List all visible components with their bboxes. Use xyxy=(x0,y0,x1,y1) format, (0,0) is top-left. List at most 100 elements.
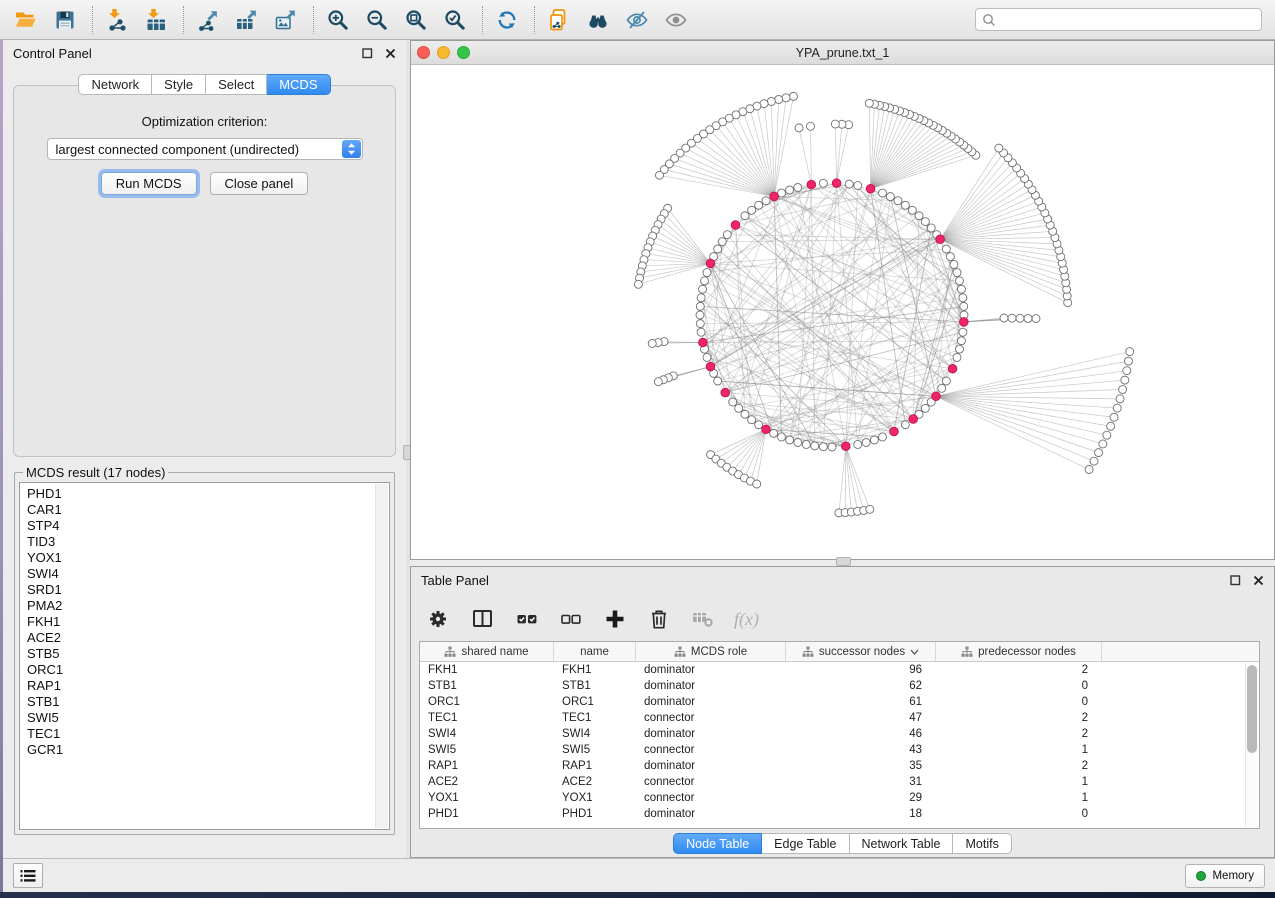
table-cell[interactable]: 2 xyxy=(936,710,1102,726)
table-cell[interactable]: PHD1 xyxy=(420,806,554,822)
mcds-hub-node[interactable] xyxy=(866,184,875,193)
network-node[interactable] xyxy=(870,436,878,444)
network-node[interactable] xyxy=(960,302,968,310)
network-node[interactable] xyxy=(879,433,887,441)
float-panel-icon[interactable] xyxy=(362,48,373,59)
network-node[interactable] xyxy=(655,171,663,179)
search-input[interactable] xyxy=(1001,13,1255,27)
mcds-hub-node[interactable] xyxy=(706,259,715,268)
network-node[interactable] xyxy=(795,124,803,132)
import-table-button[interactable] xyxy=(142,6,169,33)
mcds-list-scrollbar[interactable] xyxy=(375,484,388,828)
table-cell[interactable]: dominator xyxy=(636,806,786,822)
network-node[interactable] xyxy=(894,197,902,205)
network-node[interactable] xyxy=(1110,413,1118,421)
mcds-result-item[interactable]: GCR1 xyxy=(27,742,371,758)
delete-table-button[interactable] xyxy=(689,606,716,633)
network-node[interactable] xyxy=(1121,376,1129,384)
table-cell[interactable]: 2 xyxy=(936,662,1102,678)
network-node[interactable] xyxy=(956,345,964,353)
show-panels-button[interactable] xyxy=(13,863,43,888)
network-node[interactable] xyxy=(762,197,770,205)
table-cell[interactable]: connector xyxy=(636,710,786,726)
table-cell[interactable]: STB1 xyxy=(554,678,636,694)
splitter-handle[interactable] xyxy=(836,557,851,566)
column-header-predecessor-nodes[interactable]: predecessor nodes xyxy=(936,642,1102,661)
table-scrollbar[interactable] xyxy=(1245,663,1258,827)
table-cell[interactable]: 35 xyxy=(786,758,936,774)
network-node[interactable] xyxy=(654,378,662,386)
table-cell[interactable]: YOX1 xyxy=(420,790,554,806)
tab-motifs[interactable]: Motifs xyxy=(953,833,1011,854)
show-graphics-details-button[interactable] xyxy=(662,6,689,33)
network-node[interactable] xyxy=(854,182,862,190)
network-node[interactable] xyxy=(995,144,1003,152)
network-node[interactable] xyxy=(927,224,935,232)
mcds-result-item[interactable]: TEC1 xyxy=(27,726,371,742)
network-node[interactable] xyxy=(950,260,958,268)
table-cell[interactable]: dominator xyxy=(636,662,786,678)
network-node[interactable] xyxy=(1099,440,1107,448)
refresh-button[interactable] xyxy=(493,6,520,33)
mcds-hub-node[interactable] xyxy=(936,235,945,244)
zoom-in-button[interactable] xyxy=(324,6,351,33)
network-node[interactable] xyxy=(703,269,711,277)
mcds-hub-node[interactable] xyxy=(762,425,771,434)
table-cell[interactable]: FKH1 xyxy=(420,662,554,678)
table-cell[interactable]: 29 xyxy=(786,790,936,806)
network-node[interactable] xyxy=(1116,395,1124,403)
network-node[interactable] xyxy=(700,277,708,285)
network-node[interactable] xyxy=(697,328,705,336)
table-cell[interactable]: FKH1 xyxy=(554,662,636,678)
network-node[interactable] xyxy=(1085,466,1093,474)
network-node[interactable] xyxy=(748,416,756,424)
network-node[interactable] xyxy=(802,440,810,448)
network-node[interactable] xyxy=(811,442,819,450)
column-header-mcds-role[interactable]: MCDS role xyxy=(636,642,786,661)
network-node[interactable] xyxy=(1032,315,1040,323)
table-cell[interactable]: YOX1 xyxy=(554,790,636,806)
tab-network-table[interactable]: Network Table xyxy=(850,833,954,854)
network-node[interactable] xyxy=(921,218,929,226)
network-node[interactable] xyxy=(699,285,707,293)
table-cell[interactable]: dominator xyxy=(636,758,786,774)
network-node[interactable] xyxy=(789,92,797,100)
table-cell[interactable]: PHD1 xyxy=(554,806,636,822)
network-node[interactable] xyxy=(729,398,737,406)
delete-column-button[interactable] xyxy=(645,606,672,633)
criterion-select[interactable]: largest connected component (undirected) xyxy=(47,138,363,160)
tab-select[interactable]: Select xyxy=(206,74,267,95)
close-panel-button[interactable]: Close panel xyxy=(210,172,309,195)
network-node[interactable] xyxy=(696,311,704,319)
import-network-button[interactable] xyxy=(103,6,130,33)
network-node[interactable] xyxy=(1124,357,1132,365)
mcds-result-item[interactable]: SWI5 xyxy=(27,710,371,726)
table-cell[interactable]: 1 xyxy=(936,774,1102,790)
network-node[interactable] xyxy=(786,186,794,194)
mcds-hub-node[interactable] xyxy=(960,318,969,327)
mcds-hub-node[interactable] xyxy=(832,179,841,188)
network-node[interactable] xyxy=(862,439,870,447)
table-cell[interactable]: RAP1 xyxy=(554,758,636,774)
table-cell[interactable]: dominator xyxy=(636,726,786,742)
network-node[interactable] xyxy=(714,245,722,253)
mcds-result-item[interactable]: PHD1 xyxy=(27,486,371,502)
network-node[interactable] xyxy=(1095,449,1103,457)
mcds-hub-node[interactable] xyxy=(731,221,740,230)
mcds-hub-node[interactable] xyxy=(699,338,708,347)
table-cell[interactable]: dominator xyxy=(636,694,786,710)
mcds-result-item[interactable]: SWI4 xyxy=(27,566,371,582)
run-mcds-button[interactable]: Run MCDS xyxy=(101,172,197,195)
table-cell[interactable]: 0 xyxy=(936,678,1102,694)
table-options-button[interactable] xyxy=(425,606,452,633)
network-node[interactable] xyxy=(819,179,827,187)
table-cell[interactable]: connector xyxy=(636,742,786,758)
memory-button[interactable]: Memory xyxy=(1185,864,1265,888)
export-image-button[interactable] xyxy=(272,6,299,33)
mcds-result-item[interactable]: STP4 xyxy=(27,518,371,534)
table-cell[interactable]: TEC1 xyxy=(420,710,554,726)
mcds-hub-node[interactable] xyxy=(706,362,715,371)
network-node[interactable] xyxy=(1103,431,1111,439)
network-node[interactable] xyxy=(770,429,778,437)
mcds-result-item[interactable]: ORC1 xyxy=(27,662,371,678)
